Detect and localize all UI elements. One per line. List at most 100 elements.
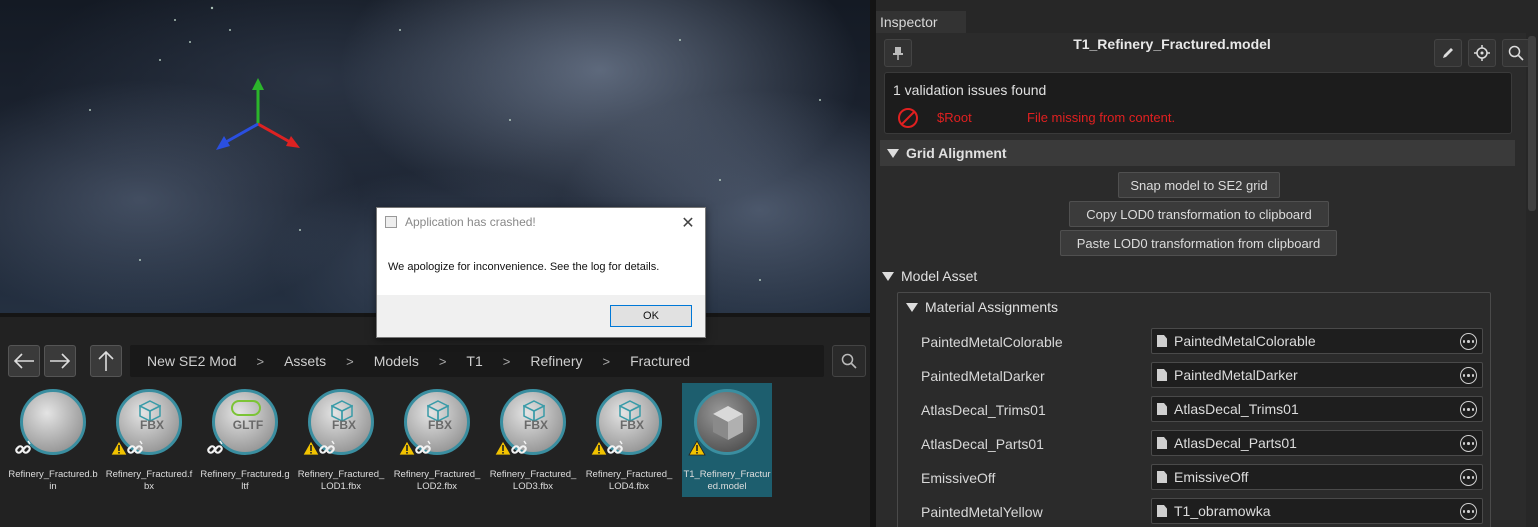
material-slot-name: AtlasDecal_Parts01 <box>921 436 1044 452</box>
material-field[interactable]: T1_obramowka <box>1151 498 1483 524</box>
file-tile[interactable]: FBX Refinery_Fractured_LOD4.fbx <box>584 383 674 497</box>
material-field[interactable]: PaintedMetalDarker <box>1151 362 1483 388</box>
document-icon <box>1157 335 1167 347</box>
breadcrumb-item[interactable]: T1 <box>460 353 488 369</box>
search-button[interactable] <box>832 345 866 377</box>
file-tile[interactable]: FBX Refinery_Fractured_LOD1.fbx <box>296 383 386 497</box>
snap-grid-button[interactable]: Snap model to SE2 grid <box>1118 172 1280 198</box>
material-slot-name: AtlasDecal_Trims01 <box>921 402 1046 418</box>
breadcrumb-separator: > <box>502 353 511 369</box>
dialog-message: We apologize for inconvenience. See the … <box>388 261 660 273</box>
warning-icon <box>688 440 706 456</box>
pin-icon <box>893 47 903 60</box>
file-type-glyph: FBX <box>524 418 548 432</box>
material-value: PaintedMetalColorable <box>1174 333 1316 349</box>
file-tile[interactable]: T1_Refinery_Fractured.model <box>682 383 772 497</box>
breadcrumb: New SE2 Mod > Assets > Models > T1 > Ref… <box>130 345 824 377</box>
file-type-glyph: GLTF <box>232 418 264 432</box>
tab-inspector[interactable]: Inspector <box>876 11 966 33</box>
more-options-icon[interactable] <box>1460 435 1477 452</box>
breadcrumb-separator: > <box>256 353 265 369</box>
file-tile[interactable]: FBX Refinery_Fractured_LOD2.fbx <box>392 383 482 497</box>
file-name: Refinery_Fractured_LOD2.fbx <box>393 469 481 492</box>
broken-link-icon <box>415 440 431 454</box>
breadcrumb-item[interactable]: Models <box>368 353 425 369</box>
transform-gizmo[interactable] <box>208 74 308 158</box>
forward-button[interactable] <box>44 345 76 377</box>
material-field[interactable]: EmissiveOff <box>1151 464 1483 490</box>
material-row: EmissiveOff EmissiveOff <box>898 463 1492 497</box>
material-value: EmissiveOff <box>1174 469 1249 485</box>
search-icon <box>1508 45 1524 61</box>
dialog-titlebar: Application has crashed! <box>377 208 705 236</box>
crosshair-icon <box>1474 45 1490 61</box>
dialog-title: Application has crashed! <box>405 215 536 229</box>
file-tile[interactable]: GLTF Refinery_Fractured.gltf <box>200 383 290 497</box>
file-name: Refinery_Fractured_LOD4.fbx <box>585 469 673 492</box>
copy-lod0-button[interactable]: Copy LOD0 transformation to clipboard <box>1069 201 1329 227</box>
collapse-triangle-icon <box>887 148 899 158</box>
arrow-up-icon <box>98 350 114 371</box>
document-icon <box>1157 369 1167 381</box>
crash-dialog: Application has crashed! ✕ We apologize … <box>376 207 706 338</box>
more-options-icon[interactable] <box>1460 469 1477 486</box>
material-value: AtlasDecal_Trims01 <box>1174 401 1299 417</box>
close-icon[interactable]: ✕ <box>680 213 696 233</box>
inspector-scrollbar[interactable] <box>1528 36 1536 211</box>
paste-lod0-button[interactable]: Paste LOD0 transformation from clipboard <box>1060 230 1337 256</box>
file-type-glyph: FBX <box>620 418 644 432</box>
material-field[interactable]: PaintedMetalColorable <box>1151 328 1483 354</box>
more-options-icon[interactable] <box>1460 503 1477 520</box>
more-options-icon[interactable] <box>1460 333 1477 350</box>
material-row: PaintedMetalDarker PaintedMetalDarker <box>898 361 1492 395</box>
breadcrumb-item[interactable]: Assets <box>278 353 332 369</box>
broken-link-icon <box>607 440 623 454</box>
breadcrumb-separator: > <box>438 353 447 369</box>
find-button[interactable] <box>1502 39 1530 67</box>
pin-button[interactable] <box>884 39 912 67</box>
back-button[interactable] <box>8 345 40 377</box>
material-field[interactable]: AtlasDecal_Trims01 <box>1151 396 1483 422</box>
up-folder-button[interactable] <box>90 345 122 377</box>
material-slot-name: PaintedMetalYellow <box>921 504 1043 520</box>
ok-button[interactable]: OK <box>610 305 692 327</box>
breadcrumb-item[interactable]: New SE2 Mod <box>141 353 242 369</box>
file-tile[interactable]: FBX Refinery_Fractured_LOD3.fbx <box>488 383 578 497</box>
material-row: AtlasDecal_Trims01 AtlasDecal_Trims01 <box>898 395 1492 429</box>
arrow-left-icon <box>13 353 34 369</box>
section-title: Material Assignments <box>925 299 1059 315</box>
breadcrumb-item[interactable]: Refinery <box>524 353 588 369</box>
file-name: Refinery_Fractured.fbx <box>105 469 193 492</box>
breadcrumb-separator: > <box>346 353 354 369</box>
file-tile[interactable]: FBX Refinery_Fractured.fbx <box>104 383 194 497</box>
file-type-glyph: FBX <box>428 418 452 432</box>
file-name: Refinery_Fractured_LOD1.fbx <box>297 469 385 492</box>
collapse-triangle-icon <box>906 302 918 312</box>
validation-message: File missing from content. <box>1027 110 1176 125</box>
file-tile[interactable]: Refinery_Fractured.bin <box>8 383 98 497</box>
more-options-icon[interactable] <box>1460 401 1477 418</box>
validation-box: 1 validation issues found $Root File mis… <box>884 72 1512 134</box>
validation-path: $Root <box>937 110 972 125</box>
material-field[interactable]: AtlasDecal_Parts01 <box>1151 430 1483 456</box>
model-asset-header[interactable]: Model Asset <box>882 268 977 284</box>
document-icon <box>1157 505 1167 517</box>
document-icon <box>1157 471 1167 483</box>
broken-link-icon <box>15 440 31 454</box>
arrow-right-icon <box>50 353 71 369</box>
edit-button[interactable] <box>1434 39 1462 67</box>
breadcrumb-item[interactable]: Fractured <box>624 353 696 369</box>
material-row: PaintedMetalYellow T1_obramowka <box>898 497 1492 527</box>
material-value: T1_obramowka <box>1174 503 1271 519</box>
asset-title: T1_Refinery_Fractured.model <box>1073 36 1271 52</box>
file-name: T1_Refinery_Fractured.model <box>683 469 771 492</box>
material-row: PaintedMetalColorable PaintedMetalColorab… <box>898 327 1492 361</box>
document-icon <box>1157 437 1167 449</box>
search-icon <box>841 353 857 369</box>
editor-window: New SE2 Mod > Assets > Models > T1 > Ref… <box>0 0 1538 527</box>
app-icon <box>385 216 397 228</box>
locate-button[interactable] <box>1468 39 1496 67</box>
material-assignments-header[interactable]: Material Assignments <box>906 299 1058 315</box>
more-options-icon[interactable] <box>1460 367 1477 384</box>
grid-alignment-header[interactable]: Grid Alignment <box>880 140 1515 166</box>
